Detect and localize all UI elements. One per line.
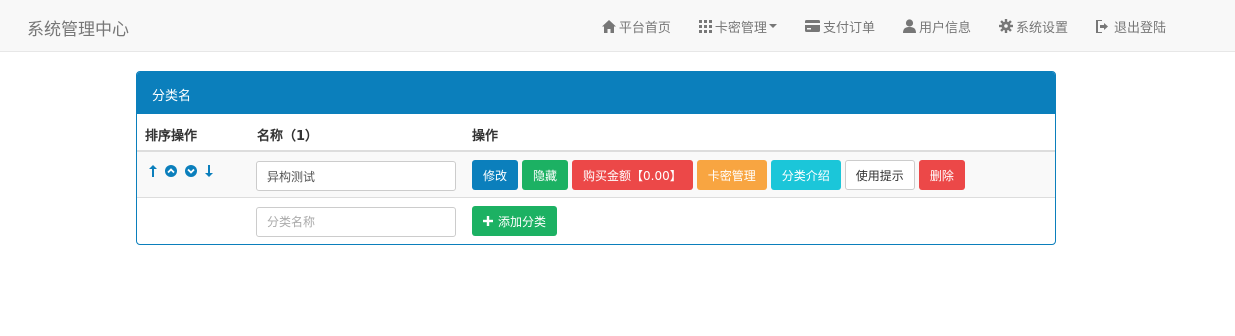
plus-icon	[483, 216, 493, 226]
chevron-up-circle-icon[interactable]	[165, 165, 177, 181]
add-actions: 添加分类	[472, 206, 561, 236]
nav-menu: 平台首页 卡密管理 支付订单 用户信息 系统设置 退出登陆	[574, 0, 1166, 52]
nav-orders[interactable]: 支付订单	[804, 17, 875, 36]
nav-cards-dropdown[interactable]: 卡密管理	[698, 17, 777, 36]
nav-orders-label: 支付订单	[822, 20, 875, 36]
nav-cards-label: 卡密管理	[714, 20, 767, 36]
nav-settings[interactable]: 系统设置	[998, 17, 1068, 36]
top-navbar: 系统管理中心 平台首页 卡密管理 支付订单 用户信息 系统设置 退出登陆	[0, 0, 1235, 52]
grid-icon	[698, 19, 712, 33]
credit-card-icon	[804, 20, 820, 32]
usage-hint-button[interactable]: 使用提示	[844, 160, 915, 190]
add-category-button[interactable]: 添加分类	[472, 206, 558, 236]
arrow-up-icon[interactable]	[149, 165, 157, 181]
app-title[interactable]: 系统管理中心	[27, 15, 129, 40]
nav-logout[interactable]: 退出登陆	[1095, 17, 1166, 36]
purchase-price-button[interactable]: 购买金额【0.00】	[572, 160, 693, 190]
chevron-down-circle-icon[interactable]	[185, 165, 197, 181]
delete-button[interactable]: 删除	[918, 160, 965, 190]
home-icon	[601, 19, 616, 33]
gear-icon	[998, 19, 1013, 33]
edit-button[interactable]: 修改	[472, 160, 519, 190]
panel-title: 分类名	[137, 72, 1055, 114]
add-category-row: 添加分类	[137, 198, 1055, 244]
nav-logout-label: 退出登陆	[1113, 20, 1166, 36]
nav-user[interactable]: 用户信息	[902, 17, 971, 36]
sort-controls	[149, 165, 221, 181]
table-header: 排序操作 名称（1） 操作	[137, 114, 1055, 152]
nav-settings-label: 系统设置	[1015, 20, 1068, 36]
add-category-label: 添加分类	[498, 214, 547, 229]
header-sort: 排序操作	[145, 129, 198, 144]
chevron-down-icon	[768, 24, 777, 28]
hide-button[interactable]: 隐藏	[522, 160, 569, 190]
category-panel: 分类名 排序操作 名称（1） 操作 修改 隐藏 购买金额【0.00】 卡密管理	[136, 71, 1056, 245]
category-name-input[interactable]	[256, 161, 456, 191]
nav-home-label: 平台首页	[618, 20, 671, 36]
header-actions: 操作	[472, 129, 499, 144]
user-icon	[902, 19, 916, 33]
arrow-down-icon[interactable]	[205, 165, 213, 181]
row-actions: 修改 隐藏 购买金额【0.00】 卡密管理 分类介绍 使用提示 删除	[472, 160, 969, 190]
card-manage-button[interactable]: 卡密管理	[696, 160, 767, 190]
logout-icon	[1095, 19, 1108, 33]
table-row: 修改 隐藏 购买金额【0.00】 卡密管理 分类介绍 使用提示 删除	[137, 152, 1055, 198]
nav-home[interactable]: 平台首页	[601, 17, 671, 36]
new-category-input[interactable]	[256, 207, 456, 237]
category-intro-button[interactable]: 分类介绍	[770, 160, 841, 190]
nav-user-label: 用户信息	[918, 20, 971, 36]
header-name: 名称（1）	[257, 129, 319, 144]
